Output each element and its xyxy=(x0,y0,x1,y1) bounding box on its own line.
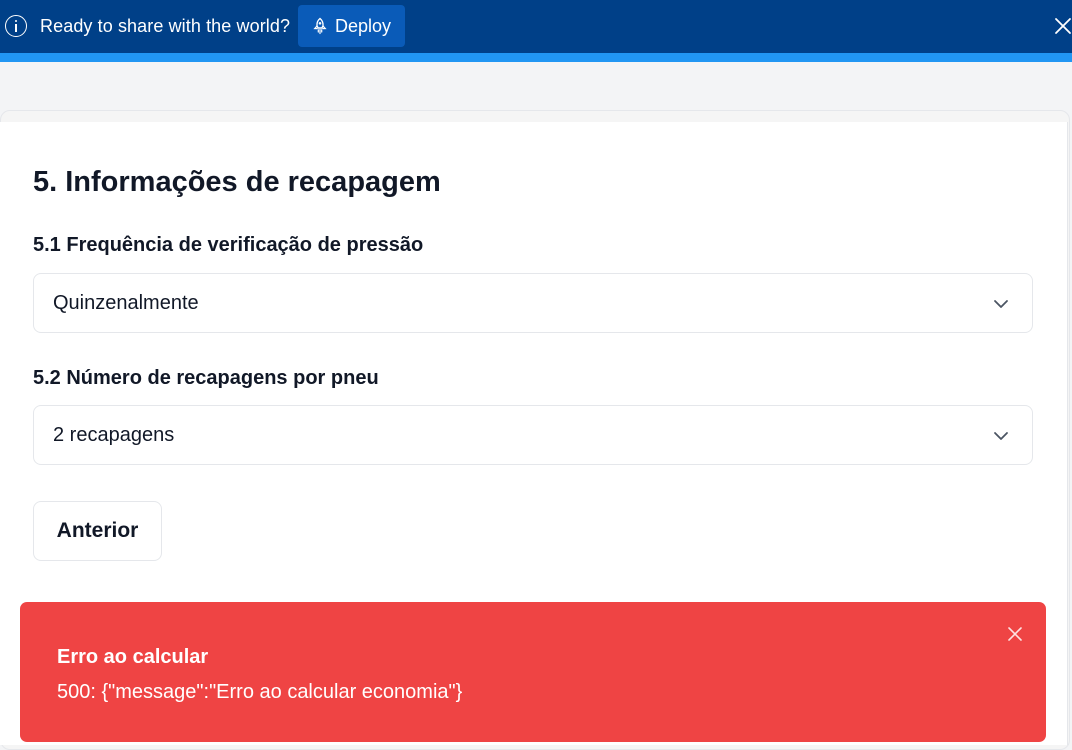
accent-strip xyxy=(0,53,1072,62)
select-value: 2 recapagens xyxy=(53,423,175,446)
select-value: Quinzenalmente xyxy=(53,291,199,314)
section-title: 5. Informações de recapagem xyxy=(33,166,441,198)
toast-description: 500: {"message":"Erro ao calcular econom… xyxy=(57,681,463,703)
deploy-button[interactable]: Deploy xyxy=(298,5,405,47)
close-icon[interactable] xyxy=(1007,626,1023,642)
toast-title: Erro ao calcular xyxy=(57,646,209,668)
close-icon[interactable] xyxy=(1054,17,1072,35)
deploy-banner: Ready to share with the world? Deploy xyxy=(0,0,1072,53)
retread-count-select[interactable]: 2 recapagens xyxy=(33,405,1033,465)
field-label-pressure-frequency: 5.1 Frequência de verificação de pressão xyxy=(33,234,424,256)
error-toast: Erro ao calcular 500: {"message":"Erro a… xyxy=(20,602,1046,742)
pressure-frequency-select[interactable]: Quinzenalmente xyxy=(33,273,1033,333)
field-label-retread-count: 5.2 Número de recapagens por pneu xyxy=(33,367,379,389)
info-icon xyxy=(5,15,27,37)
chevron-down-icon xyxy=(994,300,1008,308)
deploy-button-label: Deploy xyxy=(335,15,392,36)
rocket-icon xyxy=(313,17,327,35)
deploy-message: Ready to share with the world? xyxy=(40,16,291,36)
previous-button[interactable]: Anterior xyxy=(33,501,162,561)
chevron-down-icon xyxy=(994,432,1008,440)
